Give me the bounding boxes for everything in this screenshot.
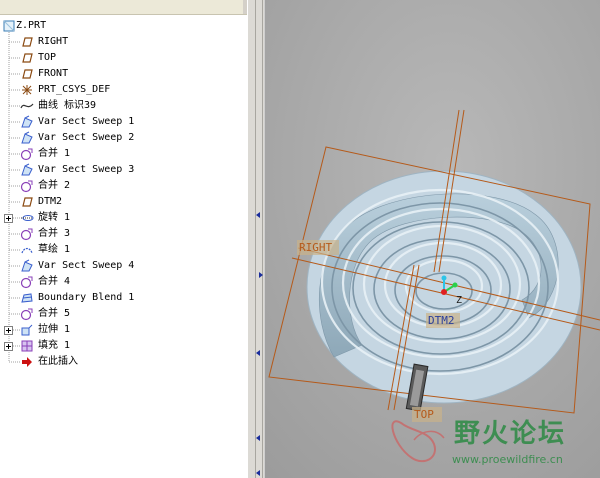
merge-icon bbox=[20, 275, 34, 289]
merge-icon bbox=[20, 227, 34, 241]
merge-icon bbox=[20, 147, 34, 161]
tree-item[interactable]: PRT_CSYS_DEF bbox=[0, 82, 246, 98]
panel-splitter[interactable] bbox=[247, 0, 265, 478]
tree-item[interactable]: 在此插入 bbox=[0, 354, 246, 370]
app-window: Z.PRT RIGHT TOP FRONT PRT_CSYS_DEF 曲线 标识39 Va… bbox=[0, 0, 600, 478]
watermark-title: 野火论坛 bbox=[454, 419, 567, 449]
tree-item[interactable]: 拉伸 1 bbox=[0, 322, 246, 338]
expand-toggle-icon[interactable] bbox=[4, 342, 13, 351]
merge-icon bbox=[20, 307, 34, 321]
watermark-url: www.proewildfire.cn bbox=[452, 453, 563, 466]
datum-plane-icon bbox=[20, 67, 34, 81]
tree-item[interactable]: 曲线 标识39 bbox=[0, 98, 246, 114]
sketch-icon bbox=[20, 243, 34, 257]
tree-item[interactable]: FRONT bbox=[0, 66, 246, 82]
tree-item-label: 曲线 标识39 bbox=[38, 100, 97, 111]
insert-here-arrow-icon bbox=[20, 355, 34, 369]
tree-item[interactable]: 合并 3 bbox=[0, 226, 246, 242]
tree-item-label: Var Sect Sweep 1 bbox=[38, 116, 135, 127]
graphics-viewport[interactable]: RIGHT DTM2 Z TOP 野火论坛 www.proewildfire.c… bbox=[264, 0, 600, 478]
tree-item[interactable]: Var Sect Sweep 2 bbox=[0, 130, 246, 146]
datum-label-dtm2: DTM2 bbox=[428, 314, 455, 327]
tree-item-label: PRT_CSYS_DEF bbox=[38, 84, 111, 95]
tree-item-label: Var Sect Sweep 3 bbox=[38, 164, 135, 175]
tree-item[interactable]: 草绘 1 bbox=[0, 242, 246, 258]
tree-item[interactable]: RIGHT bbox=[0, 34, 246, 50]
tree-item-label: Var Sect Sweep 4 bbox=[38, 260, 135, 271]
datum-plane-icon bbox=[20, 195, 34, 209]
tree-item-label: RIGHT bbox=[38, 36, 69, 47]
datum-label-right: RIGHT bbox=[299, 241, 332, 254]
tree-item-label: 合并 4 bbox=[38, 276, 71, 287]
datum-plane-icon bbox=[20, 35, 34, 49]
tree-item[interactable]: Var Sect Sweep 4 bbox=[0, 258, 246, 274]
tree-root-label: Z.PRT bbox=[16, 20, 47, 31]
tree-item[interactable]: Boundary Blend 1 bbox=[0, 290, 246, 306]
boundary-blend-icon bbox=[20, 291, 34, 305]
sweep-icon bbox=[20, 163, 34, 177]
tree-item[interactable]: 旋转 1 bbox=[0, 210, 246, 226]
tree-item[interactable]: Var Sect Sweep 3 bbox=[0, 162, 246, 178]
coordinate-system-icon bbox=[20, 83, 34, 97]
curve-icon bbox=[20, 99, 34, 113]
sweep-icon bbox=[20, 115, 34, 129]
sweep-icon bbox=[20, 131, 34, 145]
sweep-icon bbox=[20, 259, 34, 273]
tree-item[interactable]: 合并 5 bbox=[0, 306, 246, 322]
datum-plane-icon bbox=[20, 51, 34, 65]
merge-icon bbox=[20, 179, 34, 193]
csys-label-z: Z bbox=[456, 295, 462, 306]
expand-right-arrow-icon[interactable] bbox=[259, 272, 263, 278]
tree-item[interactable]: Var Sect Sweep 1 bbox=[0, 114, 246, 130]
tree-item-label: 合并 3 bbox=[38, 228, 71, 239]
collapse-left-arrow-icon[interactable] bbox=[256, 470, 260, 476]
tree-item[interactable]: TOP bbox=[0, 50, 246, 66]
model-tree-panel[interactable]: Z.PRT RIGHT TOP FRONT PRT_CSYS_DEF 曲线 标识39 Va… bbox=[0, 0, 248, 478]
tree-item-label: 合并 2 bbox=[38, 180, 71, 191]
tree-root-part[interactable]: Z.PRT bbox=[0, 18, 246, 34]
collapse-left-arrow-icon[interactable] bbox=[256, 435, 260, 441]
tree-item-label: FRONT bbox=[38, 68, 69, 79]
fill-icon bbox=[20, 339, 34, 353]
tree-item-label: 合并 5 bbox=[38, 308, 71, 319]
part-icon bbox=[2, 19, 16, 33]
model-3d-view[interactable]: RIGHT DTM2 Z TOP bbox=[264, 0, 600, 478]
tree-item[interactable]: 合并 1 bbox=[0, 146, 246, 162]
tree-item-label: Boundary Blend 1 bbox=[38, 292, 135, 303]
tree-item-label: 合并 1 bbox=[38, 148, 71, 159]
tree-item-label: 填充 1 bbox=[38, 340, 71, 351]
tree-item-label: 草绘 1 bbox=[38, 244, 71, 255]
extrude-icon bbox=[20, 323, 34, 337]
collapse-left-arrow-icon[interactable] bbox=[256, 350, 260, 356]
revolve-icon bbox=[20, 211, 34, 225]
tree-item[interactable]: 合并 2 bbox=[0, 178, 246, 194]
expand-toggle-icon[interactable] bbox=[4, 326, 13, 335]
tree-item-label: 拉伸 1 bbox=[38, 324, 71, 335]
collapse-left-arrow-icon[interactable] bbox=[256, 212, 260, 218]
datum-label-top: TOP bbox=[414, 408, 434, 421]
tree-item[interactable]: 合并 4 bbox=[0, 274, 246, 290]
tree-item-label: Var Sect Sweep 2 bbox=[38, 132, 135, 143]
tree-item-label: 在此插入 bbox=[38, 356, 78, 367]
tree-item-label: DTM2 bbox=[38, 196, 63, 207]
tree-item-label: 旋转 1 bbox=[38, 212, 71, 223]
tree-item[interactable]: DTM2 bbox=[0, 194, 246, 210]
expand-toggle-icon[interactable] bbox=[4, 214, 13, 223]
tree-item[interactable]: 填充 1 bbox=[0, 338, 246, 354]
tree-item-label: TOP bbox=[38, 52, 57, 63]
